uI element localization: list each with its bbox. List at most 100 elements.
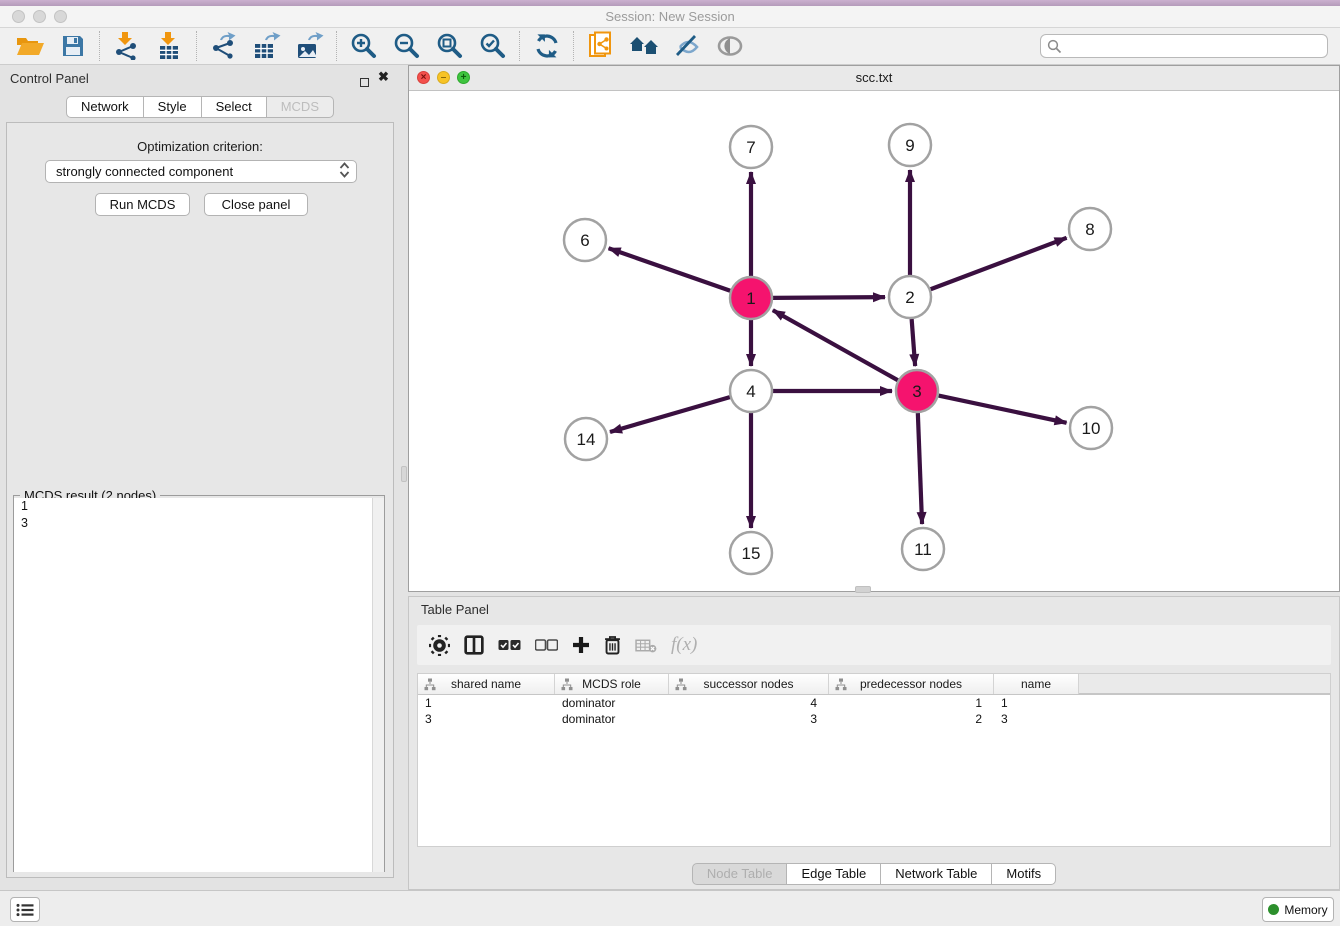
network-file-icon[interactable] — [579, 29, 622, 63]
column-header-predecessor-nodes[interactable]: predecessor nodes — [829, 674, 994, 694]
edge-1-6[interactable] — [609, 248, 731, 290]
column-header-mcds-role[interactable]: MCDS role — [555, 674, 669, 694]
add-row-icon[interactable] — [572, 630, 590, 660]
vertical-splitter[interactable] — [400, 65, 408, 890]
table-cell[interactable]: 1 — [418, 695, 555, 711]
graph-node-14[interactable]: 14 — [565, 418, 607, 460]
graph-node-11[interactable]: 11 — [902, 528, 944, 570]
graph-node-3[interactable]: 3 — [896, 370, 938, 412]
graph-node-10[interactable]: 10 — [1070, 407, 1112, 449]
select-all-checkboxes-icon[interactable] — [498, 630, 521, 660]
zoom-fit-icon[interactable] — [428, 29, 471, 63]
table-row[interactable]: 1dominator411 — [418, 695, 1330, 711]
tab-select[interactable]: Select — [202, 96, 267, 118]
memory-button[interactable]: Memory — [1262, 897, 1334, 922]
close-network-icon[interactable]: × — [417, 71, 430, 84]
graph-node-8[interactable]: 8 — [1069, 208, 1111, 250]
graph-node-15[interactable]: 15 — [730, 532, 772, 574]
network-graph[interactable]: 7 9 6 8 1 2 4 3 14 10 15 11 — [409, 91, 1339, 591]
node-table[interactable]: shared nameMCDS rolesuccessor nodesprede… — [417, 673, 1331, 847]
apply-layout-icon[interactable] — [525, 29, 568, 63]
task-history-button[interactable] — [10, 897, 40, 922]
graph-node-4[interactable]: 4 — [730, 370, 772, 412]
edge-3-10[interactable] — [939, 396, 1067, 423]
graph-node-1[interactable]: 1 — [730, 277, 772, 319]
edge-3-11[interactable] — [918, 413, 922, 524]
search-field[interactable] — [1040, 34, 1328, 58]
tab-network[interactable]: Network — [66, 96, 144, 118]
edge-2-8[interactable] — [931, 238, 1067, 289]
optimization-criterion-select[interactable]: strongly connected component — [45, 160, 357, 183]
zoom-in-icon[interactable] — [342, 29, 385, 63]
home-icon[interactable] — [622, 29, 665, 63]
zoom-window-icon[interactable] — [54, 10, 67, 23]
memory-status-icon — [1268, 904, 1279, 915]
mcds-result-list[interactable]: 13 — [14, 498, 372, 872]
tab-edge-table[interactable]: Edge Table — [787, 863, 881, 885]
mcds-result-scrollbar[interactable] — [372, 498, 384, 872]
open-session-icon[interactable] — [8, 29, 51, 63]
memory-label: Memory — [1284, 903, 1327, 917]
mcds-result-group: MCDS result (2 nodes) 13 — [13, 495, 385, 872]
search-input[interactable] — [1062, 39, 1327, 53]
show-column-icon[interactable] — [464, 630, 484, 660]
zoom-selected-icon[interactable] — [471, 29, 514, 63]
network-canvas[interactable]: 7 9 6 8 1 2 4 3 14 10 15 11 — [409, 91, 1339, 591]
run-mcds-button[interactable]: Run MCDS — [95, 193, 190, 216]
minimize-network-icon[interactable]: – — [437, 71, 450, 84]
import-table-icon[interactable] — [148, 29, 191, 63]
tab-network-table[interactable]: Network Table — [881, 863, 992, 885]
tab-mcds[interactable]: MCDS — [267, 96, 334, 118]
edge-2-3[interactable] — [912, 319, 916, 366]
edge-4-14[interactable] — [610, 397, 730, 432]
table-cell[interactable]: 3 — [994, 711, 1079, 727]
graph-node-2[interactable]: 2 — [889, 276, 931, 318]
table-cell[interactable]: dominator — [555, 695, 669, 711]
export-network-icon[interactable] — [202, 29, 245, 63]
splitter-grip[interactable] — [401, 466, 407, 482]
minimize-window-icon[interactable] — [33, 10, 46, 23]
network-window-titlebar[interactable]: × – + scc.txt — [409, 66, 1339, 91]
edge-3-1[interactable] — [773, 310, 898, 380]
close-window-icon[interactable] — [12, 10, 25, 23]
hide-details-icon[interactable] — [665, 29, 708, 63]
close-panel-icon[interactable]: ✖ — [378, 72, 389, 82]
tab-node-table[interactable]: Node Table — [692, 863, 788, 885]
graph-node-9[interactable]: 9 — [889, 124, 931, 166]
table-cell[interactable]: 1 — [829, 695, 994, 711]
table-cell[interactable]: 1 — [994, 695, 1079, 711]
import-network-icon[interactable] — [105, 29, 148, 63]
edge-1-2[interactable] — [773, 297, 885, 298]
control-panel: Control Panel ✖ NetworkStyleSelectMCDS O… — [0, 65, 400, 890]
table-cell[interactable]: dominator — [555, 711, 669, 727]
delete-table-icon[interactable] — [635, 630, 657, 660]
export-table-icon[interactable] — [245, 29, 288, 63]
close-panel-button[interactable]: Close panel — [204, 193, 308, 216]
tab-style[interactable]: Style — [144, 96, 202, 118]
table-row[interactable]: 3dominator323 — [418, 711, 1330, 727]
table-cell[interactable]: 3 — [418, 711, 555, 727]
table-cell[interactable]: 4 — [669, 695, 829, 711]
zoom-out-icon[interactable] — [385, 29, 428, 63]
float-panel-icon[interactable] — [360, 74, 369, 92]
canvas-resize-grip[interactable] — [855, 586, 871, 593]
table-body: 1dominator4113dominator323 — [418, 695, 1330, 727]
settings-gear-icon[interactable] — [429, 630, 450, 660]
optimization-criterion-label: Optimization criterion: — [7, 139, 393, 154]
birds-eye-view-icon[interactable] — [708, 29, 751, 63]
column-header-shared-name[interactable]: shared name — [418, 674, 555, 694]
main-titlebar[interactable]: Session: New Session — [0, 6, 1340, 28]
maximize-network-icon[interactable]: + — [457, 71, 470, 84]
graph-node-7[interactable]: 7 — [730, 126, 772, 168]
table-cell[interactable]: 3 — [669, 711, 829, 727]
deselect-all-checkboxes-icon[interactable] — [535, 630, 558, 660]
column-header-name[interactable]: name — [994, 674, 1079, 694]
table-cell[interactable]: 2 — [829, 711, 994, 727]
export-image-icon[interactable] — [288, 29, 331, 63]
function-builder-icon[interactable]: f(x) — [671, 630, 697, 660]
column-header-successor-nodes[interactable]: successor nodes — [669, 674, 829, 694]
graph-node-6[interactable]: 6 — [564, 219, 606, 261]
save-session-icon[interactable] — [51, 29, 94, 63]
tab-motifs[interactable]: Motifs — [992, 863, 1056, 885]
delete-row-icon[interactable] — [604, 630, 621, 660]
